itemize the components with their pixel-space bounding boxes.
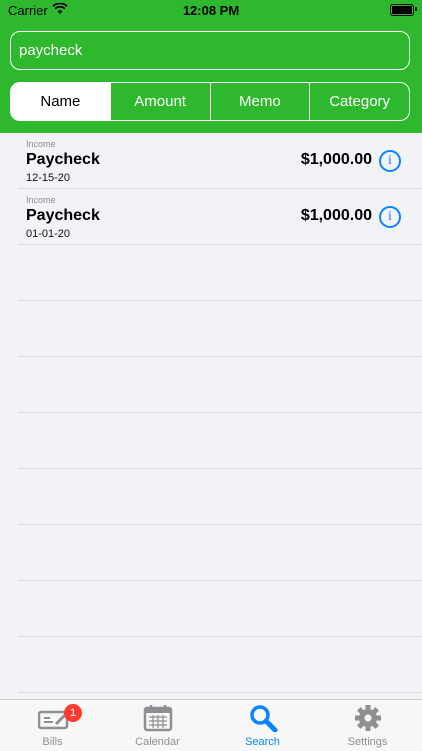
gear-icon (353, 704, 383, 732)
result-name: Paycheck (26, 151, 100, 168)
tab-label: Calendar (135, 736, 180, 748)
empty-row-divider (18, 468, 422, 469)
tab-label: Bills (42, 736, 63, 748)
status-bar: Carrier 12:08 PM (0, 0, 422, 22)
tab-label: Settings (347, 736, 388, 748)
empty-row-divider (18, 412, 422, 413)
result-category: Income (26, 139, 56, 149)
segment-name[interactable]: Name (11, 83, 110, 120)
calendar-icon (143, 704, 173, 732)
tab-bar: 1 Bills Calendar Search Settings (0, 699, 422, 751)
empty-row-divider (18, 300, 422, 301)
empty-row-divider (18, 356, 422, 357)
row-divider (18, 244, 422, 245)
result-category: Income (26, 195, 56, 205)
result-name: Paycheck (26, 207, 100, 224)
info-icon[interactable]: i (379, 206, 401, 228)
result-row[interactable]: Income Paycheck 12-15-20 $1,000.00 i (0, 133, 422, 189)
tab-settings[interactable]: Settings (315, 700, 420, 751)
result-date: 01-01-20 (26, 228, 71, 240)
tab-calendar[interactable]: Calendar (105, 700, 210, 751)
search-scope-segmented-control: Name Amount Memo Category (10, 82, 410, 121)
battery-tip (415, 7, 417, 11)
search-input-value: paycheck (19, 42, 83, 59)
result-row[interactable]: Income Paycheck 01-01-20 $1,000.00 i (0, 189, 422, 245)
result-amount: $1,000.00 (300, 151, 372, 168)
results-list: Income Paycheck 12-15-20 $1,000.00 i Inc… (0, 133, 422, 699)
tab-label: Search (245, 736, 280, 748)
segment-category[interactable]: Category (309, 83, 409, 120)
empty-row-divider (18, 636, 422, 637)
bills-badge: 1 (64, 704, 82, 722)
bills-check-icon (37, 704, 69, 732)
empty-row-divider (18, 524, 422, 525)
segment-memo[interactable]: Memo (209, 83, 310, 120)
empty-row-divider (18, 692, 422, 693)
segment-amount[interactable]: Amount (109, 83, 210, 120)
battery-icon (390, 4, 414, 16)
result-amount: $1,000.00 (300, 207, 372, 224)
info-icon[interactable]: i (379, 150, 401, 172)
empty-row-divider (18, 580, 422, 581)
tab-search[interactable]: Search (210, 700, 315, 751)
result-date: 12-15-20 (26, 172, 71, 184)
clock: 12:08 PM (182, 3, 240, 18)
search-field[interactable]: paycheck (10, 31, 410, 70)
tab-bills[interactable]: 1 Bills (0, 700, 105, 751)
search-icon (248, 704, 278, 733)
